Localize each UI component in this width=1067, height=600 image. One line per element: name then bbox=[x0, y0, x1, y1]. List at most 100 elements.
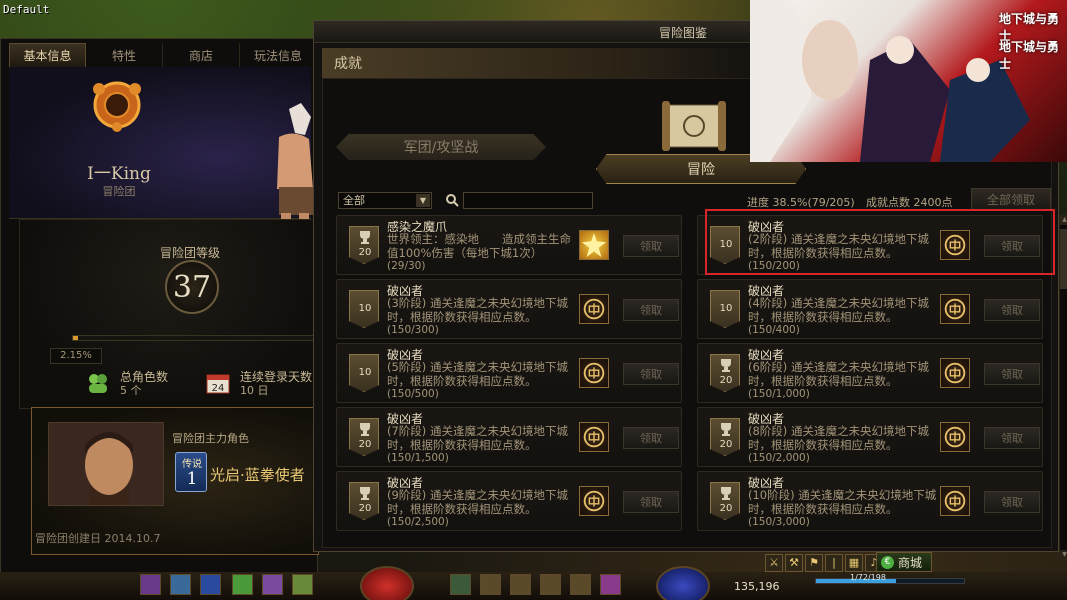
achievement-card[interactable]: 20 破凶者 (7阶段) 通关逢魔之未央幻境地下城时，根据阶数获得相应点数。 (150… bbox=[336, 407, 682, 467]
tab-shop[interactable]: 商店 bbox=[163, 43, 241, 67]
skill-slot-8-icon[interactable] bbox=[480, 574, 501, 595]
category-filter-select[interactable]: 全部 ▼ bbox=[338, 192, 432, 209]
achievement-card[interactable]: 10 破凶者 (5阶段) 通关逢魔之未央幻境地下城时，根据阶数获得相应点数。 (150… bbox=[336, 343, 682, 403]
tab-basic-info[interactable]: 基本信息 bbox=[9, 43, 87, 67]
reward-icon[interactable] bbox=[940, 486, 970, 516]
trophy-icon bbox=[721, 423, 731, 436]
achievement-progress-count: (29/30) bbox=[387, 260, 426, 272]
achievement-progress-count: (150/3,000) bbox=[748, 516, 810, 528]
trophy-icon bbox=[721, 487, 731, 500]
skill-slot-3-icon[interactable] bbox=[200, 574, 221, 595]
flag-icon[interactable]: ⚑ bbox=[805, 554, 823, 572]
claim-button[interactable]: 领取 bbox=[623, 299, 679, 321]
achievement-card[interactable]: 20 破凶者 (10阶段) 通关逢魔之未央幻境地下城时，根据阶数获得相应点数。 (15… bbox=[697, 471, 1043, 531]
guild-exp-fill bbox=[73, 336, 79, 340]
hammer-icon[interactable]: ⚒ bbox=[785, 554, 803, 572]
achievement-medal: 20 bbox=[710, 482, 740, 520]
skill-slot-2-icon[interactable] bbox=[170, 574, 191, 595]
scroll-thumb[interactable] bbox=[1060, 229, 1067, 289]
achievement-card[interactable]: 10 破凶者 (4阶段) 通关逢魔之未央幻境地下城时，根据阶数获得相应点数。 (150… bbox=[697, 279, 1043, 339]
guild-stats: 冒险团等级 37 2.15% 总角色数 5 个 24 连续登录天数 10 日 bbox=[19, 219, 320, 409]
skill-slot-10-icon[interactable] bbox=[540, 574, 561, 595]
shop-coin-icon: € bbox=[881, 555, 894, 569]
legend-badge-number: 1 bbox=[186, 469, 198, 489]
reward-icon[interactable] bbox=[579, 422, 609, 452]
mp-orb bbox=[656, 566, 710, 600]
guild-emblem-icon bbox=[93, 81, 141, 132]
guild-created-date: 冒险团创建日 2014.10.7 bbox=[35, 532, 161, 545]
claim-button[interactable]: 领取 bbox=[984, 491, 1040, 513]
achievement-card[interactable]: 20 破凶者 (9阶段) 通关逢魔之未央幻境地下城时，根据阶数获得相应点数。 (150… bbox=[336, 471, 682, 531]
skill-slot-12-icon[interactable] bbox=[600, 574, 621, 595]
skill-slot-1-icon[interactable] bbox=[140, 574, 161, 595]
achievement-header: 成就 bbox=[322, 48, 758, 78]
reward-icon[interactable] bbox=[940, 422, 970, 452]
reward-icon[interactable] bbox=[579, 486, 609, 516]
achievement-points-value: 20 bbox=[719, 439, 733, 450]
achievement-card[interactable]: 20 感染之魔爪 世界领主：感染地 造成领主生命值100%伤害（每地下城1次） (29… bbox=[336, 215, 682, 275]
tab-gameplay-info[interactable]: 玩法信息 bbox=[240, 43, 318, 67]
achievement-progress-count: (150/1,000) bbox=[748, 388, 810, 400]
achievement-progress-count: (150/500) bbox=[387, 388, 439, 400]
achievement-card[interactable]: 20 破凶者 (8阶段) 通关逢魔之未央幻境地下城时，根据阶数获得相应点数。 (150… bbox=[697, 407, 1043, 467]
claim-button[interactable]: 领取 bbox=[984, 427, 1040, 449]
achievement-points-value: 10 bbox=[719, 303, 733, 314]
guild-info-tabs: 基本信息 特性 商店 玩法信息 bbox=[9, 43, 318, 67]
shop-button[interactable]: € 商城 bbox=[876, 552, 932, 572]
tab-traits[interactable]: 特性 bbox=[86, 43, 164, 67]
achievement-scrollbar[interactable]: ▲ ▼ bbox=[1059, 215, 1067, 560]
achievement-medal: 10 bbox=[710, 290, 740, 328]
achievement-progress-count: (150/2,500) bbox=[387, 516, 449, 528]
achievement-progress: 进度 38.5%(79/205) bbox=[747, 196, 855, 209]
skill-slot-6-icon[interactable] bbox=[292, 574, 313, 595]
sword-icon[interactable]: ⚔ bbox=[765, 554, 783, 572]
achievement-medal: 20 bbox=[710, 354, 740, 392]
achievement-card[interactable]: 10 破凶者 (3阶段) 通关逢魔之未央幻境地下城时，根据阶数获得相应点数。 (150… bbox=[336, 279, 682, 339]
claim-button[interactable]: 领取 bbox=[623, 427, 679, 449]
gold-amount: 135,196 bbox=[734, 580, 780, 593]
achievement-points-value: 10 bbox=[358, 367, 372, 378]
achievement-description: (4阶段) 通关逢魔之未央幻境地下城时，根据阶数获得相应点数。 bbox=[748, 296, 929, 324]
search-icon[interactable] bbox=[445, 193, 459, 207]
skill-slot-5-icon[interactable] bbox=[262, 574, 283, 595]
claim-button[interactable]: 领取 bbox=[623, 235, 679, 257]
skill-slot-4-icon[interactable] bbox=[232, 574, 253, 595]
chevron-down-icon[interactable]: ▼ bbox=[416, 194, 430, 207]
grid-icon[interactable]: ▦ bbox=[845, 554, 863, 572]
achievement-card[interactable]: 20 破凶者 (6阶段) 通关逢魔之未央幻境地下城时，根据阶数获得相应点数。 (150… bbox=[697, 343, 1043, 403]
achievement-points-value: 20 bbox=[358, 439, 372, 450]
achievement-medal: 20 bbox=[710, 418, 740, 456]
skill-slot-11-icon[interactable] bbox=[570, 574, 591, 595]
claim-button[interactable]: 领取 bbox=[623, 491, 679, 513]
achievement-description: (5阶段) 通关逢魔之未央幻境地下城时，根据阶数获得相应点数。 bbox=[387, 360, 568, 388]
divider-icon: | bbox=[825, 554, 843, 572]
reward-icon[interactable] bbox=[940, 294, 970, 324]
achievement-points-value: 10 bbox=[358, 303, 372, 314]
achievement-description: (7阶段) 通关逢魔之未央幻境地下城时，根据阶数获得相应点数。 bbox=[387, 424, 568, 452]
claim-all-button[interactable]: 全部领取 bbox=[971, 188, 1051, 210]
achievement-points-value: 20 bbox=[719, 503, 733, 514]
reward-icon[interactable] bbox=[940, 358, 970, 388]
scroll-up-icon[interactable]: ▲ bbox=[1060, 215, 1067, 225]
reward-icon[interactable] bbox=[579, 230, 609, 260]
achievement-progress-count: (150/2,000) bbox=[748, 452, 810, 464]
claim-button[interactable]: 领取 bbox=[984, 299, 1040, 321]
main-role-label: 冒险团主力角色 bbox=[172, 432, 249, 445]
trophy-icon bbox=[360, 231, 370, 244]
guild-level-label: 冒险团等级 bbox=[159, 246, 220, 260]
claim-button[interactable]: 领取 bbox=[984, 363, 1040, 385]
legend-badge-text: 传说 bbox=[182, 459, 202, 470]
reward-icon[interactable] bbox=[579, 294, 609, 324]
tab-legion-raid[interactable]: 军团/攻坚战 bbox=[336, 134, 546, 160]
characters-value: 5 个 bbox=[120, 384, 142, 397]
scroll-down-icon[interactable]: ▼ bbox=[1060, 550, 1067, 560]
reward-icon[interactable] bbox=[579, 358, 609, 388]
claim-button[interactable]: 领取 bbox=[623, 363, 679, 385]
xp-bar bbox=[815, 578, 965, 584]
guild-level-badge: 37 bbox=[165, 260, 219, 314]
search-input[interactable] bbox=[463, 192, 593, 209]
guild-hero-area: I一King 冒险团 bbox=[9, 67, 313, 243]
skill-slot-9-icon[interactable] bbox=[510, 574, 531, 595]
guild-exp-percent: 2.15% bbox=[50, 348, 102, 364]
skill-slot-7-icon[interactable] bbox=[450, 574, 471, 595]
